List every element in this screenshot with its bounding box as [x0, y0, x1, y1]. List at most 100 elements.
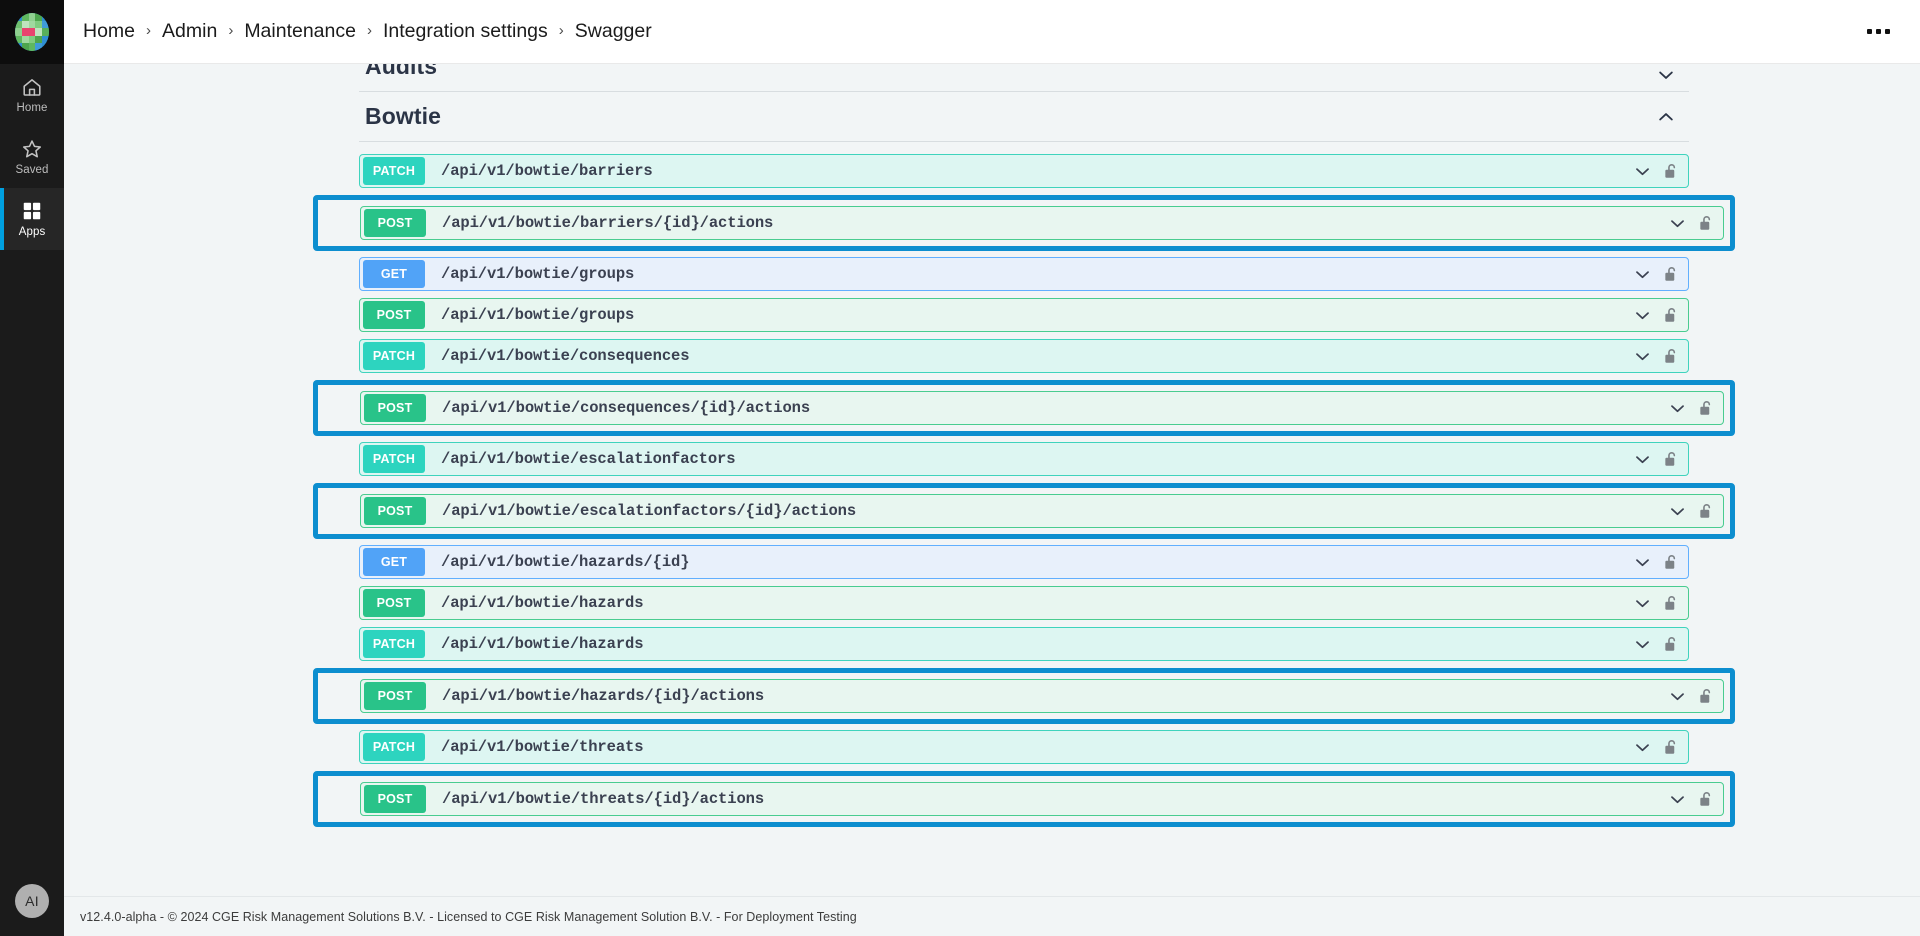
- operation-path: /api/v1/bowtie/barriers: [441, 162, 653, 180]
- chevron-down-icon[interactable]: [1630, 632, 1654, 656]
- kebab-dot-icon: [1876, 29, 1881, 34]
- rail-item-home[interactable]: Home: [0, 64, 64, 126]
- chevron-down-icon[interactable]: [1630, 735, 1654, 759]
- unlocked-padlock-icon[interactable]: [1662, 161, 1680, 181]
- chevron-down-icon[interactable]: [1665, 211, 1689, 235]
- avatar[interactable]: AI: [15, 884, 49, 918]
- chevron-down-icon[interactable]: [1630, 303, 1654, 327]
- unlocked-padlock-icon[interactable]: [1662, 264, 1680, 284]
- main-area: Home › Admin › Maintenance › Integration setti…: [64, 0, 1920, 936]
- operation-row-highlighted: POST/api/v1/bowtie/threats/{id}/actions: [313, 771, 1735, 827]
- api-tag-section: Bowtie PATCH/api/v1/bowtie/barriers POST/a…: [359, 92, 1689, 827]
- operation-row[interactable]: POST/api/v1/bowtie/hazards: [359, 586, 1689, 620]
- operation-row-wrapper: PATCH/api/v1/bowtie/consequences: [359, 339, 1689, 373]
- operation-list: PATCH/api/v1/bowtie/barriers POST/api/v1/…: [359, 142, 1689, 827]
- unlocked-padlock-icon[interactable]: [1697, 398, 1715, 418]
- unlocked-padlock-icon[interactable]: [1662, 593, 1680, 613]
- chevron-down-icon[interactable]: [1665, 684, 1689, 708]
- unlocked-padlock-icon[interactable]: [1697, 501, 1715, 521]
- breadcrumb-item-integration-settings[interactable]: Integration settings: [383, 20, 548, 43]
- rail-item-apps[interactable]: Apps: [0, 188, 64, 250]
- chevron-down-icon[interactable]: [1630, 550, 1654, 574]
- chevron-down-icon[interactable]: [1630, 591, 1654, 615]
- http-method-badge: PATCH: [363, 445, 425, 473]
- rail-item-label: Apps: [19, 226, 46, 238]
- http-method-badge: PATCH: [363, 733, 425, 761]
- operation-row[interactable]: POST/api/v1/bowtie/hazards/{id}/actions: [360, 679, 1724, 713]
- breadcrumb-item-swagger[interactable]: Swagger: [575, 20, 652, 43]
- home-icon: [21, 76, 43, 98]
- chevron-down-icon[interactable]: [1630, 159, 1654, 183]
- operation-row[interactable]: POST/api/v1/bowtie/consequences/{id}/act…: [360, 391, 1724, 425]
- breadcrumb-separator-icon: ›: [367, 22, 372, 39]
- http-method-badge: PATCH: [363, 157, 425, 185]
- chevron-down-icon[interactable]: [1630, 262, 1654, 286]
- operation-path: /api/v1/bowtie/threats/{id}/actions: [442, 790, 764, 808]
- operation-path: /api/v1/bowtie/groups: [441, 306, 634, 324]
- unlocked-padlock-icon[interactable]: [1697, 686, 1715, 706]
- more-options-button[interactable]: [1859, 21, 1898, 42]
- star-icon: [21, 138, 43, 160]
- unlocked-padlock-icon[interactable]: [1662, 634, 1680, 654]
- operation-path: /api/v1/bowtie/escalationfactors/{id}/ac…: [442, 502, 856, 520]
- tag-title: Bowtie: [365, 103, 441, 130]
- operation-row[interactable]: PATCH/api/v1/bowtie/threats: [359, 730, 1689, 764]
- footer-text: v12.4.0-alpha - © 2024 CGE Risk Manageme…: [80, 910, 857, 924]
- chevron-down-icon[interactable]: [1665, 396, 1689, 420]
- operation-row[interactable]: POST/api/v1/bowtie/barriers/{id}/actions: [360, 206, 1724, 240]
- rail-item-saved[interactable]: Saved: [0, 126, 64, 188]
- chevron-down-icon[interactable]: [1665, 787, 1689, 811]
- unlocked-padlock-icon[interactable]: [1662, 346, 1680, 366]
- chevron-down-icon[interactable]: [1630, 344, 1654, 368]
- operation-path: /api/v1/bowtie/hazards: [441, 635, 643, 653]
- operation-row[interactable]: PATCH/api/v1/bowtie/escalationfactors: [359, 442, 1689, 476]
- operation-row[interactable]: POST/api/v1/bowtie/threats/{id}/actions: [360, 782, 1724, 816]
- http-method-badge: POST: [364, 785, 426, 813]
- breadcrumb-separator-icon: ›: [228, 22, 233, 39]
- operation-row-wrapper: POST/api/v1/bowtie/hazards: [359, 586, 1689, 620]
- operation-path: /api/v1/bowtie/escalationfactors: [441, 450, 735, 468]
- breadcrumb-item-admin[interactable]: Admin: [162, 20, 217, 43]
- operation-row[interactable]: PATCH/api/v1/bowtie/hazards: [359, 627, 1689, 661]
- chevron-down-icon[interactable]: [1665, 499, 1689, 523]
- http-method-badge: POST: [363, 589, 425, 617]
- operation-row[interactable]: PATCH/api/v1/bowtie/consequences: [359, 339, 1689, 373]
- tag-header-bowtie[interactable]: Bowtie: [359, 92, 1689, 142]
- breadcrumb-item-maintenance[interactable]: Maintenance: [244, 20, 356, 43]
- rail-item-label: Saved: [15, 164, 48, 176]
- http-method-badge: POST: [364, 497, 426, 525]
- rail-item-label: Home: [16, 102, 47, 114]
- operation-row-highlighted: POST/api/v1/bowtie/escalationfactors/{id…: [313, 483, 1735, 539]
- breadcrumb: Home › Admin › Maintenance › Integration setti…: [83, 20, 652, 43]
- operation-row[interactable]: POST/api/v1/bowtie/groups: [359, 298, 1689, 332]
- swagger-scroll-region[interactable]: Audits Bowtie PATCH/api/v1/bowtie/barriers…: [64, 64, 1920, 896]
- kebab-dot-icon: [1867, 29, 1872, 34]
- operation-row[interactable]: GET/api/v1/bowtie/hazards/{id}: [359, 545, 1689, 579]
- operation-path: /api/v1/bowtie/threats: [441, 738, 643, 756]
- api-tag-section: Audits: [359, 64, 1689, 92]
- chevron-down-icon[interactable]: [1655, 64, 1677, 86]
- operation-row[interactable]: GET/api/v1/bowtie/groups: [359, 257, 1689, 291]
- unlocked-padlock-icon[interactable]: [1697, 789, 1715, 809]
- app-logo[interactable]: [0, 0, 64, 64]
- breadcrumb-item-home[interactable]: Home: [83, 20, 135, 43]
- operation-path: /api/v1/bowtie/consequences: [441, 347, 689, 365]
- kebab-dot-icon: [1885, 29, 1890, 34]
- unlocked-padlock-icon[interactable]: [1662, 305, 1680, 325]
- operation-row-wrapper: GET/api/v1/bowtie/hazards/{id}: [359, 545, 1689, 579]
- swagger-ui: Audits Bowtie PATCH/api/v1/bowtie/barriers…: [359, 64, 1689, 827]
- operation-row[interactable]: PATCH/api/v1/bowtie/barriers: [359, 154, 1689, 188]
- tag-header-audits[interactable]: Audits: [359, 64, 1689, 92]
- http-method-badge: PATCH: [363, 342, 425, 370]
- unlocked-padlock-icon[interactable]: [1662, 449, 1680, 469]
- chevron-up-icon[interactable]: [1655, 106, 1677, 128]
- unlocked-padlock-icon[interactable]: [1662, 737, 1680, 757]
- breadcrumb-separator-icon: ›: [559, 22, 564, 39]
- unlocked-padlock-icon[interactable]: [1697, 213, 1715, 233]
- http-method-badge: GET: [363, 260, 425, 288]
- operation-row[interactable]: POST/api/v1/bowtie/escalationfactors/{id…: [360, 494, 1724, 528]
- operation-row-highlighted: POST/api/v1/bowtie/hazards/{id}/actions: [313, 668, 1735, 724]
- operation-path: /api/v1/bowtie/hazards/{id}: [441, 553, 689, 571]
- chevron-down-icon[interactable]: [1630, 447, 1654, 471]
- unlocked-padlock-icon[interactable]: [1662, 552, 1680, 572]
